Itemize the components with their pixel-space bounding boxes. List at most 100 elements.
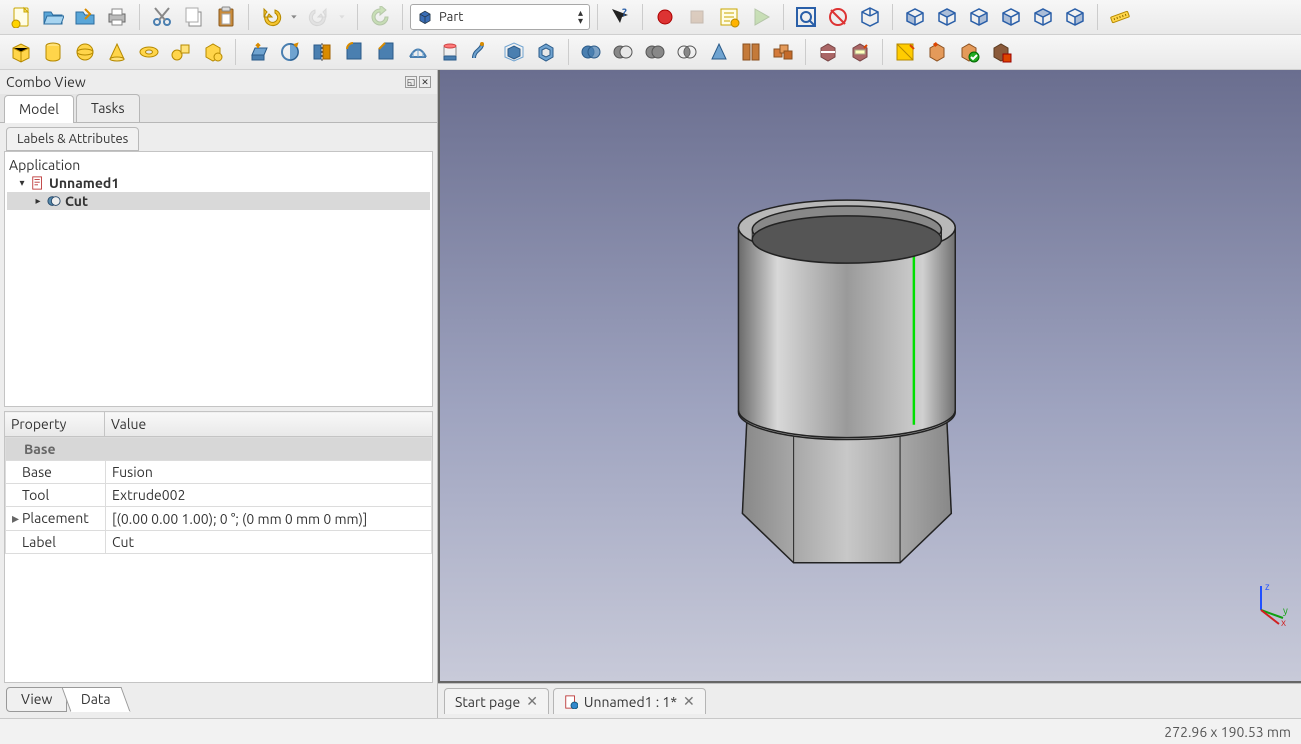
collapse-icon[interactable]: ▾	[17, 177, 27, 189]
close-panel-icon[interactable]: ✕	[419, 76, 431, 88]
save-icon[interactable]	[70, 2, 100, 32]
right-view-icon[interactable]	[964, 2, 994, 32]
print-icon[interactable]	[102, 2, 132, 32]
status-bar: 272.96 x 190.53 mm	[0, 718, 1301, 744]
front-view-icon[interactable]	[900, 2, 930, 32]
document-tabs: Start page ✕ Unnamed1 : 1* ✕	[438, 683, 1301, 718]
close-icon[interactable]: ✕	[683, 693, 695, 710]
offset-3d-icon[interactable]	[499, 37, 529, 67]
undo-icon[interactable]	[256, 2, 286, 32]
paste-icon[interactable]	[211, 2, 241, 32]
svg-text:?: ?	[622, 7, 627, 19]
chevron-updown-icon: ▴▾	[578, 9, 583, 25]
union-icon[interactable]	[640, 37, 670, 67]
extrude-icon[interactable]	[243, 37, 273, 67]
model-tree[interactable]: Application ▾ Unnamed1 ▸ Cut	[4, 151, 433, 407]
check-geometry-icon[interactable]	[954, 37, 984, 67]
tree-document[interactable]: ▾ Unnamed1	[7, 174, 430, 192]
measure-icon[interactable]	[1105, 2, 1135, 32]
property-tabs: View Data	[0, 683, 437, 718]
tree-item-cut[interactable]: ▸ Cut	[7, 192, 430, 210]
primitives-icon[interactable]	[166, 37, 196, 67]
expand-icon[interactable]: ▸	[33, 195, 43, 207]
chamfer-icon[interactable]	[371, 37, 401, 67]
undock-icon[interactable]: ◱	[405, 76, 417, 88]
whats-this-icon[interactable]: ?	[605, 2, 635, 32]
doc-tab-unnamed[interactable]: Unnamed1 : 1* ✕	[553, 688, 706, 714]
stop-icon	[682, 2, 712, 32]
draw-style-icon[interactable]	[823, 2, 853, 32]
property-row[interactable]: ▸Placement[(0.00 0.00 1.00); 0 °; (0 mm …	[6, 507, 432, 531]
cone-icon[interactable]	[102, 37, 132, 67]
macros-icon[interactable]	[714, 2, 744, 32]
redo-icon	[304, 2, 334, 32]
property-row[interactable]: BaseFusion	[6, 461, 432, 484]
torus-icon[interactable]	[134, 37, 164, 67]
left-view-icon[interactable]	[1060, 2, 1090, 32]
workbench-label: Part	[439, 10, 463, 24]
mirror-icon[interactable]	[307, 37, 337, 67]
workbench-selector[interactable]: Part ▴▾	[410, 4, 590, 30]
axis-indicator: z y x	[1245, 580, 1291, 626]
main-toolbar: Part ▴▾?	[0, 0, 1301, 35]
thickness-icon[interactable]	[531, 37, 561, 67]
cut-feature-icon	[47, 194, 61, 208]
cut-bool-icon[interactable]	[608, 37, 638, 67]
iso-view-icon[interactable]	[855, 2, 885, 32]
copy-icon[interactable]	[179, 2, 209, 32]
shape2dview-icon[interactable]	[704, 37, 734, 67]
cube-icon[interactable]	[6, 37, 36, 67]
new-file-icon[interactable]	[6, 2, 36, 32]
sweep-icon[interactable]	[467, 37, 497, 67]
bottom-view-icon[interactable]	[1028, 2, 1058, 32]
defeaturing-icon[interactable]	[986, 37, 1016, 67]
fillet-icon[interactable]	[339, 37, 369, 67]
part-workbench-icon	[417, 9, 433, 25]
top-view-icon[interactable]	[932, 2, 962, 32]
col-property: Property	[5, 412, 105, 437]
cut-icon[interactable]	[147, 2, 177, 32]
property-panel: Property Value BaseBaseFusionToolExtrude…	[4, 411, 433, 683]
ruled-surface-icon[interactable]	[403, 37, 433, 67]
3d-viewport[interactable]: z y x	[438, 70, 1301, 683]
doc-tab-start[interactable]: Start page ✕	[444, 688, 549, 714]
property-row[interactable]: LabelCut	[6, 531, 432, 554]
zoom-fit-icon[interactable]	[791, 2, 821, 32]
cross-sections-icon[interactable]	[736, 37, 766, 67]
document-icon	[564, 695, 578, 709]
refresh-icon	[365, 2, 395, 32]
tab-tasks[interactable]: Tasks	[76, 94, 140, 122]
undo-menu-icon[interactable]	[288, 2, 302, 32]
status-dimensions: 272.96 x 190.53 mm	[1164, 724, 1291, 740]
part-toolbar	[0, 35, 1301, 70]
revolve-icon[interactable]	[275, 37, 305, 67]
shape-builder-icon[interactable]	[198, 37, 228, 67]
tab-data[interactable]: Data	[62, 687, 131, 712]
boolean-icon[interactable]	[576, 37, 606, 67]
document-icon	[31, 176, 45, 190]
tab-model[interactable]: Model	[4, 95, 74, 123]
redo-menu-icon	[336, 2, 350, 32]
tree-header: Labels & Attributes	[6, 127, 139, 151]
rear-view-icon[interactable]	[996, 2, 1026, 32]
property-row[interactable]: ToolExtrude002	[6, 484, 432, 507]
section-icon[interactable]	[813, 37, 843, 67]
open-file-icon[interactable]	[38, 2, 68, 32]
make-face-icon[interactable]	[890, 37, 920, 67]
close-icon[interactable]: ✕	[526, 693, 538, 710]
run-icon	[746, 2, 776, 32]
svg-text:x: x	[1281, 617, 1286, 626]
loft-icon[interactable]	[435, 37, 465, 67]
combo-tabs: Model Tasks	[0, 94, 437, 123]
cylinder-icon[interactable]	[38, 37, 68, 67]
refine-shape-icon[interactable]	[922, 37, 952, 67]
record-icon[interactable]	[650, 2, 680, 32]
cross-section-icon[interactable]	[845, 37, 875, 67]
compound-icon[interactable]	[768, 37, 798, 67]
combo-view-title: Combo View ◱ ✕	[0, 70, 437, 94]
col-value: Value	[105, 412, 433, 437]
tab-view[interactable]: View	[6, 687, 67, 712]
model-render	[440, 70, 1301, 681]
intersect-icon[interactable]	[672, 37, 702, 67]
sphere-icon[interactable]	[70, 37, 100, 67]
